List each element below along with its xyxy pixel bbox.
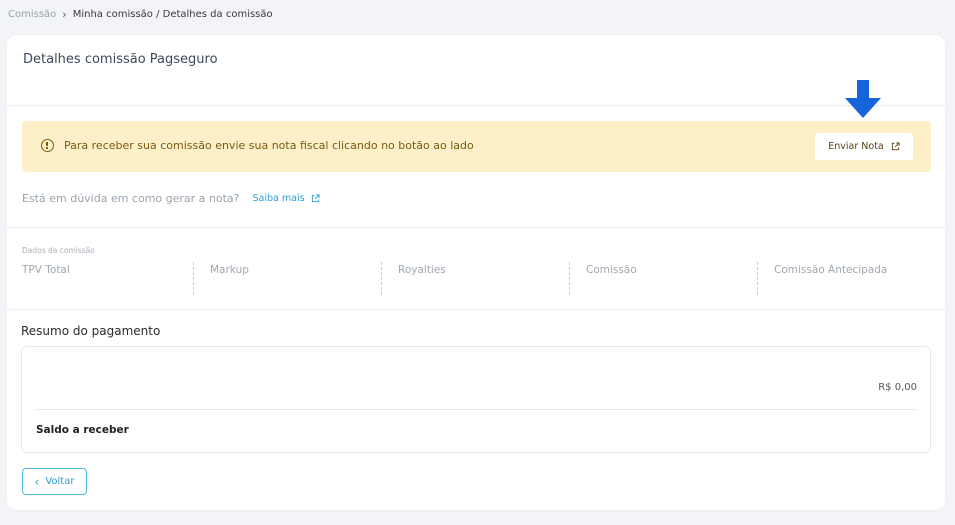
breadcrumb-root-link[interactable]: Comissão — [8, 9, 56, 20]
help-row: Está em dúvida em como gerar a nota? Sai… — [22, 192, 320, 205]
chevron-right-icon: › — [62, 8, 67, 21]
chevron-left-icon: ‹ — [34, 474, 40, 489]
arrow-down-icon — [845, 80, 881, 118]
metric-separator — [569, 262, 570, 295]
payment-summary-box: R$ 0,00 Saldo a receber — [21, 346, 931, 453]
external-link-icon — [891, 142, 900, 151]
help-question: Está em dúvida em como gerar a nota? — [22, 192, 240, 205]
metric-tpv-total: TPV Total — [22, 264, 70, 276]
breadcrumb-current: Minha comissão / Detalhes da comissão — [72, 9, 273, 20]
metric-royalties: Royalties — [398, 264, 446, 276]
divider — [7, 227, 945, 228]
send-invoice-button[interactable]: Enviar Nota — [815, 133, 913, 160]
learn-more-label: Saiba mais — [252, 193, 305, 204]
external-link-icon — [311, 194, 320, 203]
balance-label: Saldo a receber — [36, 424, 129, 436]
page-title: Detalhes comissão Pagseguro — [23, 52, 218, 67]
metric-markup: Markup — [210, 264, 249, 276]
learn-more-link[interactable]: Saiba mais — [253, 193, 320, 204]
info-circle-icon — [41, 139, 54, 152]
metric-advance-commission: Comissão Antecipada — [774, 264, 888, 276]
metric-separator — [757, 262, 758, 295]
breadcrumb: Comissão › Minha comissão / Detalhes da … — [8, 8, 273, 21]
metric-separator — [193, 262, 194, 295]
payment-summary-title: Resumo do pagamento — [21, 324, 161, 338]
back-button-label: Voltar — [45, 476, 75, 487]
invoice-alert: Para receber sua comissão envie sua nota… — [22, 121, 931, 172]
divider — [35, 409, 917, 410]
divider — [7, 105, 945, 106]
metrics-caption: Dados da comissão — [22, 246, 95, 255]
metric-separator — [381, 262, 382, 295]
alert-message: Para receber sua comissão envie sua nota… — [64, 139, 474, 152]
metric-commission: Comissão — [586, 264, 637, 276]
summary-amount: R$ 0,00 — [878, 382, 917, 393]
send-invoice-label: Enviar Nota — [828, 141, 884, 152]
back-button[interactable]: ‹ Voltar — [22, 468, 87, 495]
divider — [7, 309, 945, 310]
commission-details-card: Detalhes comissão Pagseguro Para receber… — [7, 35, 945, 510]
